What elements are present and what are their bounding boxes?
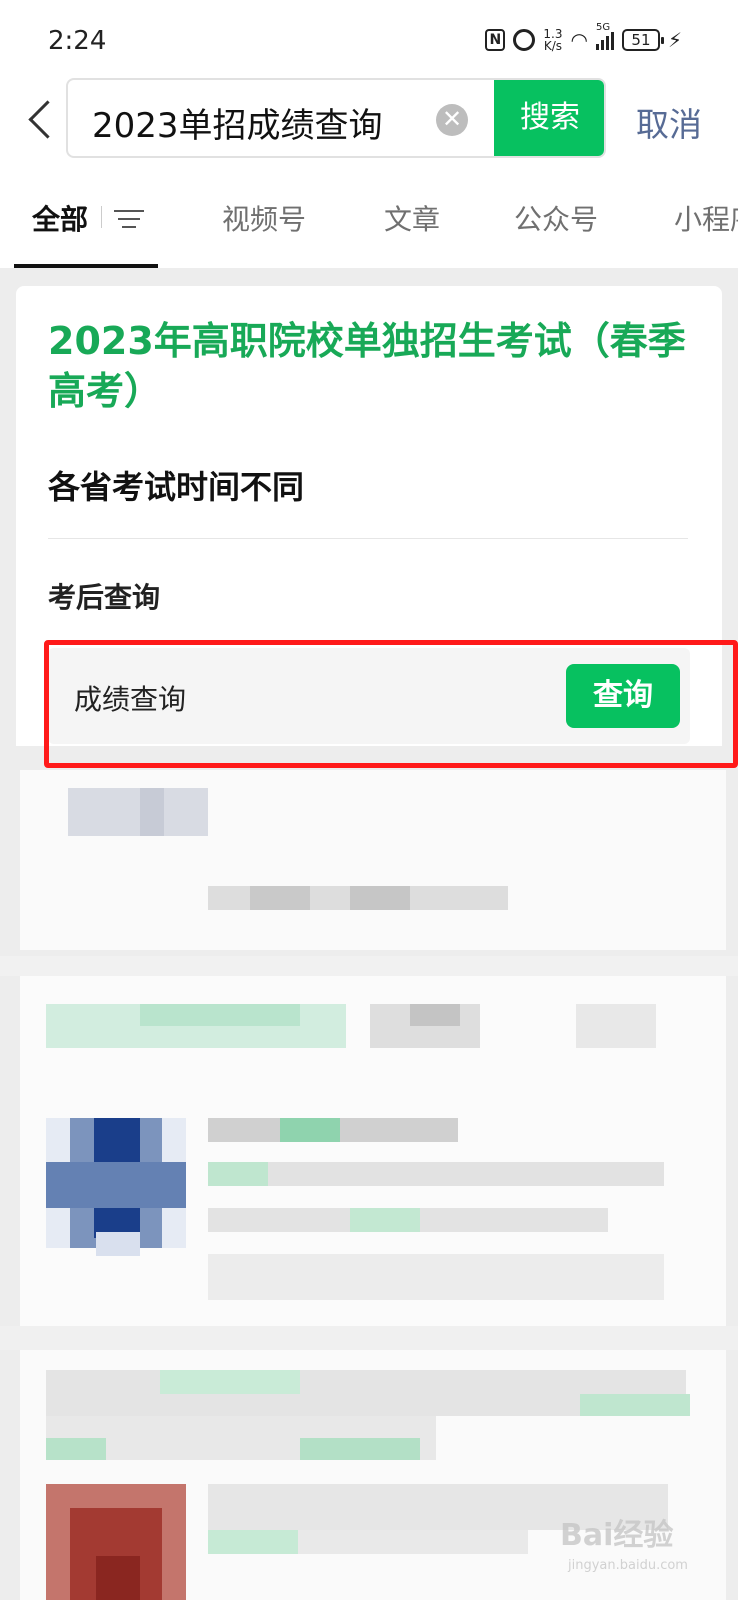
tab-channels[interactable]: 视频号 [222, 198, 306, 238]
tab-mini-programs[interactable]: 小程序 [674, 198, 738, 238]
watermark-main-text: Bai经验 [560, 1518, 674, 1553]
search-button[interactable]: 搜索 [494, 80, 604, 156]
card-divider [48, 538, 688, 539]
search-header: 2023单招成绩查询 ✕ 搜索 取消 [0, 70, 738, 170]
network-speed-unit: K/s [543, 39, 563, 53]
back-arrow-icon[interactable] [24, 98, 56, 138]
section-label: 考后查询 [48, 581, 161, 614]
baidu-jingyan-watermark: Bai经验 jingyan.baidu.com [560, 1510, 710, 1590]
alarm-icon [513, 29, 536, 51]
filter-icon[interactable] [114, 208, 144, 232]
signal-type-label: 5G [595, 22, 611, 33]
card-title[interactable]: 2023年高职院校单独招生考试（春季高考） [48, 316, 688, 416]
network-speed: 1.3 K/s [543, 28, 562, 52]
status-bar: 2:24 N 1.3 K/s ◠ 5G 51 ⚡ [0, 0, 738, 80]
clear-search-icon[interactable]: ✕ [436, 104, 468, 136]
cell-signal-icon: 5G [595, 22, 614, 50]
tab-official-accounts[interactable]: 公众号 [514, 198, 598, 238]
active-tab-indicator [14, 264, 158, 268]
watermark-url: jingyan.baidu.com [568, 1558, 688, 1573]
nfc-icon: N [485, 29, 506, 51]
cancel-button[interactable]: 取消 [636, 98, 702, 146]
status-time: 2:24 [48, 26, 107, 56]
highlight-box [44, 640, 738, 768]
battery-icon: 51 [621, 29, 664, 51]
wifi-icon: ◠ [570, 28, 588, 52]
card-subtitle: 各省考试时间不同 [48, 468, 305, 506]
charging-icon: ⚡ [667, 28, 682, 52]
search-box[interactable]: 2023单招成绩查询 ✕ 搜索 [66, 78, 606, 158]
tab-all[interactable]: 全部 [32, 198, 88, 238]
tab-articles[interactable]: 文章 [384, 198, 440, 238]
search-input[interactable]: 2023单招成绩查询 [92, 98, 383, 147]
result-tabs: 全部 视频号 文章 公众号 小程序 [0, 170, 738, 268]
blurred-results [0, 770, 738, 1600]
filter-divider [101, 206, 102, 228]
status-icons: N 1.3 K/s ◠ 5G 51 ⚡ [485, 22, 682, 52]
